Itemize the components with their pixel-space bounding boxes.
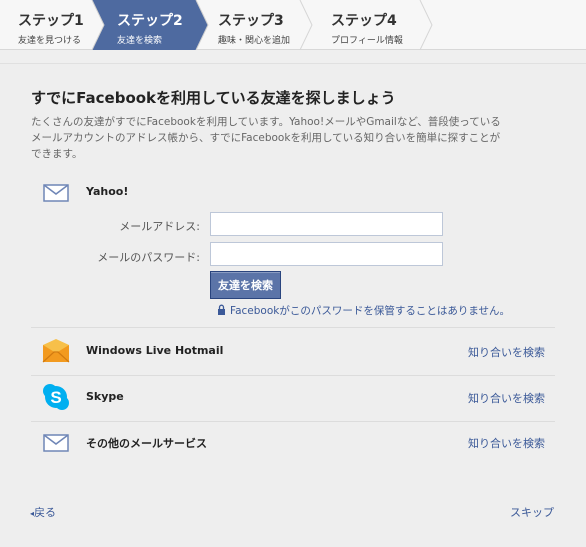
step-4-title: ステップ4: [331, 13, 397, 29]
step-3: ステップ3 趣味・関心を追加: [218, 0, 290, 50]
main-panel: すでにFacebookを利用している友達を探しましょう たくさんの友達がすでにF…: [0, 63, 586, 547]
page-title: すでにFacebookを利用している友達を探しましょう: [31, 89, 396, 107]
provider-other-name: その他のメールサービス: [86, 437, 207, 450]
hotmail-envelope-icon: [42, 339, 70, 363]
provider-skype: S Skype 知り合いを検索: [31, 376, 555, 420]
step-1-subtitle: 友達を見つける: [18, 36, 82, 46]
page-description: たくさんの友達がすでにFacebookを利用しています。Yahoo!メールやGm…: [31, 116, 501, 160]
skip-link[interactable]: スキップ: [510, 504, 554, 520]
skype-icon: S: [43, 384, 69, 410]
back-link-label: 戻る: [34, 506, 57, 519]
email-field[interactable]: [210, 212, 443, 236]
step-1: ステップ1 友達を見つける: [18, 0, 84, 50]
find-friends-button[interactable]: 友達を検索: [210, 271, 281, 299]
svg-text:S: S: [50, 388, 61, 407]
provider-yahoo: Yahoo!: [31, 171, 555, 215]
step-3-title: ステップ3: [218, 13, 284, 29]
step-4-subtitle: プロフィール情報: [331, 36, 403, 46]
steps-bar: ステップ1 友達を見つける ステップ2 友達を検索 ステップ3 趣味・関心を追加…: [0, 0, 586, 50]
find-contacts-link-hotmail[interactable]: 知り合いを検索: [468, 344, 545, 360]
step-2: ステップ2 友達を検索: [117, 0, 183, 50]
lock-icon: [218, 304, 225, 315]
privacy-note-text: Facebookがこのパスワードを保管することはありません。: [230, 305, 511, 317]
step-3-subtitle: 趣味・関心を追加: [218, 36, 291, 46]
step-4: ステップ4 プロフィール情報: [331, 0, 403, 50]
provider-other: その他のメールサービス 知り合いを検索: [31, 421, 555, 465]
step-2-title: ステップ2: [117, 13, 183, 29]
envelope-icon: [43, 184, 69, 202]
provider-yahoo-name: Yahoo!: [86, 185, 129, 198]
steps-background: [91, 0, 433, 50]
divider: [31, 327, 555, 328]
password-label: メールのパスワード:: [97, 251, 200, 264]
back-link[interactable]: ◂戻る: [30, 504, 56, 520]
provider-hotmail-name: Windows Live Hotmail: [86, 344, 224, 357]
step-2-subtitle: 友達を検索: [117, 36, 163, 46]
find-contacts-link-skype[interactable]: 知り合いを検索: [468, 390, 545, 406]
find-contacts-link-other[interactable]: 知り合いを検索: [468, 435, 545, 451]
password-field[interactable]: [210, 242, 443, 266]
provider-skype-name: Skype: [86, 390, 124, 403]
provider-hotmail: Windows Live Hotmail 知り合いを検索: [31, 330, 555, 374]
email-label: メールアドレス:: [119, 220, 200, 233]
envelope-icon: [43, 434, 69, 452]
step-1-title: ステップ1: [18, 13, 84, 29]
privacy-note: Facebookがこのパスワードを保管することはありません。: [217, 303, 510, 318]
